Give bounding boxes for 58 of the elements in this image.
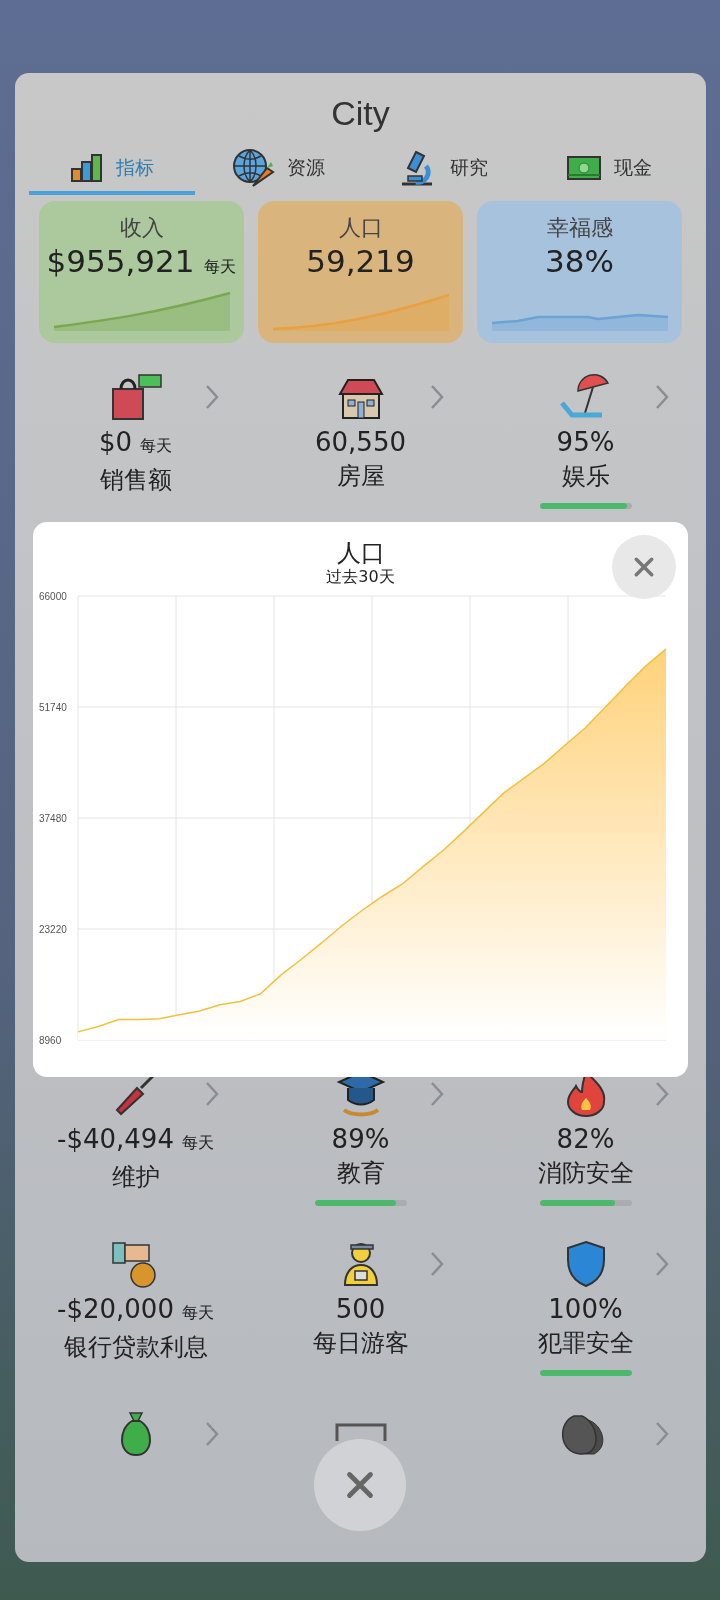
- y-tick-label: 37480: [39, 813, 67, 824]
- cash-icon: [566, 153, 603, 183]
- tab[interactable]: 研究: [360, 145, 527, 195]
- stat-value: 100%: [548, 1293, 623, 1326]
- y-tick-label: 66000: [39, 591, 67, 602]
- stat-label: 银行贷款利息: [63, 1332, 208, 1363]
- y-tick-label: 23220: [39, 924, 67, 935]
- stat-value: $0: [98, 426, 133, 459]
- per-day-label: 每天: [140, 435, 173, 457]
- tab[interactable]: 现金: [526, 145, 692, 195]
- y-tick-label: 51740: [39, 702, 67, 713]
- stat-value: 95%: [556, 426, 615, 459]
- per-day-label: 每天: [181, 1302, 214, 1324]
- chevron-icon[interactable]: [655, 1251, 670, 1277]
- card-label: 幸福感: [546, 214, 613, 242]
- summary-card[interactable]: 幸福感 38%: [477, 201, 682, 343]
- globe-carrot-icon: [230, 148, 275, 188]
- chevron-icon[interactable]: [430, 384, 445, 410]
- window-title: City: [330, 93, 391, 133]
- stat-label: 维护: [111, 1162, 160, 1193]
- chevron-icon[interactable]: [205, 1081, 220, 1107]
- per-day-label: 每天: [204, 256, 237, 278]
- card-value: 59,219: [306, 243, 415, 279]
- stat-value: 60,550: [315, 426, 406, 459]
- stat-label: 教育: [336, 1158, 385, 1189]
- card-value: $955,921: [46, 243, 195, 279]
- beach-chair-umbrella-icon: [559, 373, 612, 421]
- card-label: 人口: [338, 214, 383, 242]
- stat-value: 89%: [331, 1123, 390, 1156]
- tab[interactable]: 资源: [194, 145, 361, 195]
- stat-value: -$20,000: [57, 1293, 174, 1326]
- stat-label: 消防安全: [537, 1158, 634, 1189]
- stat-label: 犯罪安全: [537, 1328, 634, 1359]
- stat-value: 500: [335, 1293, 386, 1326]
- per-day-label: 每天: [181, 1132, 214, 1154]
- chart-subtitle: 过去30天: [325, 567, 396, 587]
- stat-value: -$40,494: [57, 1123, 174, 1156]
- chevron-icon[interactable]: [655, 1421, 670, 1447]
- stat-value: 82%: [556, 1123, 615, 1156]
- chevron-icon[interactable]: [655, 1081, 670, 1107]
- card-value: 38%: [545, 243, 614, 279]
- chevron-icon[interactable]: [430, 1251, 445, 1277]
- stat-label: 娱乐: [561, 461, 610, 492]
- chevron-icon[interactable]: [430, 1081, 445, 1107]
- bar-chart-icon: [69, 153, 104, 183]
- summary-card[interactable]: 人口 59,219: [258, 201, 463, 343]
- summary-card[interactable]: 收入 $955,921 每天: [39, 201, 244, 343]
- chart-title: 人口: [335, 538, 386, 567]
- chevron-icon[interactable]: [205, 384, 220, 410]
- stat-label: 每日游客: [312, 1328, 409, 1359]
- stat-label: 房屋: [336, 461, 385, 492]
- chevron-icon[interactable]: [655, 384, 670, 410]
- close-icon: [633, 556, 655, 578]
- chevron-icon[interactable]: [205, 1421, 220, 1447]
- card-label: 收入: [119, 214, 164, 242]
- y-tick-label: 8960: [39, 1035, 62, 1046]
- stat-label: 销售额: [99, 465, 172, 496]
- close-icon: [345, 1470, 375, 1500]
